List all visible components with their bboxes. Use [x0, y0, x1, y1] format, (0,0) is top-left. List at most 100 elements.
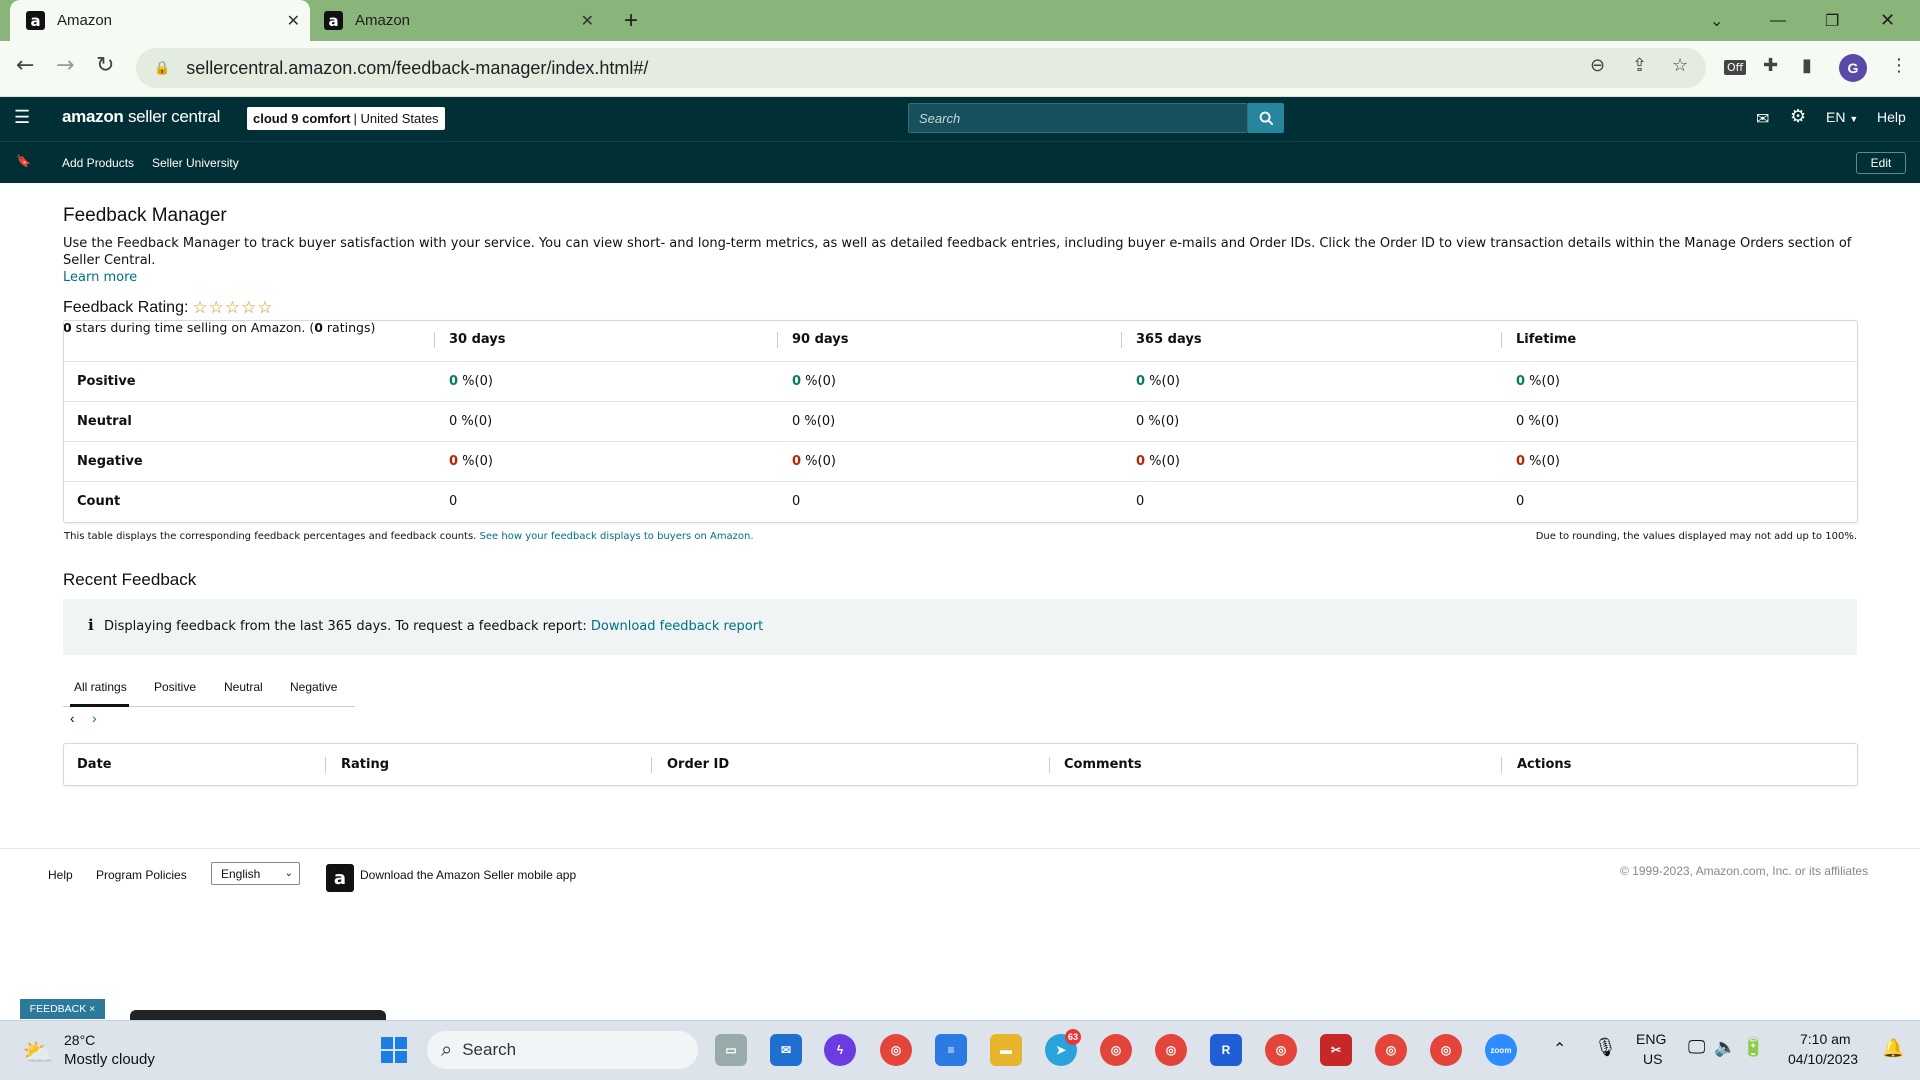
new-tab-button[interactable]: + [624, 0, 638, 41]
hamburger-menu-icon[interactable]: ☰ [14, 107, 30, 128]
feedback-tag-button[interactable]: FEEDBACK × [20, 999, 105, 1019]
zoom-icon[interactable]: ⊖ [1590, 55, 1605, 76]
show-hidden-icons-chevron-icon[interactable]: ⌃ [1553, 1039, 1566, 1059]
battery-icon[interactable]: 🔋 [1742, 1037, 1764, 1058]
clock-time[interactable]: 7:10 am [1800, 1031, 1851, 1047]
tab-neutral[interactable]: Neutral [224, 680, 263, 694]
footer-language-select[interactable]: English ⌄ [211, 862, 300, 885]
close-tab-icon[interactable]: ✕ [581, 11, 594, 31]
lang-indicator-bottom[interactable]: US [1643, 1051, 1662, 1067]
amazon-favicon-icon: a [324, 11, 343, 30]
chrome-profile-icon[interactable]: ◎ [1100, 1034, 1132, 1066]
back-arrow-icon[interactable]: ← [16, 53, 34, 78]
seller-central-logo[interactable]: amazon seller central [62, 107, 220, 127]
notifications-bell-icon[interactable]: 🔔 [1882, 1038, 1904, 1059]
col-header-lifetime: Lifetime [1516, 332, 1577, 347]
weather-cloud-icon[interactable]: ⛅ [22, 1037, 54, 1068]
windows-taskbar: ⛅ 28°C Mostly cloudy ⌕ Search ▭ ✉ ϟ ◎ ≡ … [0, 1020, 1920, 1080]
chrome-profile-2-icon[interactable]: ◎ [1375, 1034, 1407, 1066]
menu-kebab-icon[interactable]: ⋮ [1890, 55, 1908, 76]
mail-app-icon[interactable]: ✉ [770, 1034, 802, 1066]
profile-avatar[interactable]: G [1839, 54, 1867, 82]
page-title: Feedback Manager [63, 205, 227, 226]
settings-gear-icon[interactable]: ⚙ [1790, 106, 1806, 127]
url-field[interactable]: 🔒 sellercentral.amazon.com/feedback-mana… [136, 48, 1706, 88]
file-explorer-icon[interactable]: ▬ [990, 1034, 1022, 1066]
col-header-comments[interactable]: Comments [1064, 757, 1142, 772]
browser-tab-1[interactable]: a Amazon ✕ [10, 0, 310, 41]
feedback-metrics-table: 30 days 90 days 365 days Lifetime Positi… [63, 320, 1858, 523]
weather-desc[interactable]: Mostly cloudy [64, 1051, 155, 1068]
column-separator [325, 757, 326, 773]
metric-count: %(0) [1525, 454, 1560, 469]
side-panel-icon[interactable]: ▮ [1802, 55, 1812, 76]
close-window-icon[interactable]: ✕ [1880, 0, 1895, 41]
weather-temp[interactable]: 28°C [64, 1032, 95, 1048]
mail-icon[interactable]: ✉ [1756, 109, 1769, 129]
windows-start-icon[interactable] [378, 1034, 410, 1066]
taskbar-search-label: Search [462, 1040, 517, 1059]
snipping-tool-icon[interactable]: ✂ [1320, 1034, 1352, 1066]
forward-arrow-icon[interactable]: → [56, 53, 74, 78]
next-arrow-icon[interactable]: › [92, 710, 97, 726]
clock-date[interactable]: 04/10/2023 [1788, 1051, 1858, 1067]
tab-search-chevron-icon[interactable]: ⌄ [1710, 0, 1723, 41]
footer-program-policies-link[interactable]: Program Policies [96, 868, 187, 882]
messenger-icon[interactable]: ϟ [824, 1034, 856, 1066]
volume-icon[interactable]: 🔈 [1714, 1037, 1736, 1058]
col-header-date[interactable]: Date [77, 757, 112, 772]
metric-percent: 0 [449, 454, 459, 469]
bookmark-star-icon[interactable]: ☆ [1672, 55, 1688, 76]
tab-positive[interactable]: Positive [154, 680, 196, 694]
extension-off-icon[interactable]: Off [1724, 60, 1747, 75]
bookmark-icon[interactable]: 🔖 [16, 154, 31, 168]
col-header-rating[interactable]: Rating [341, 757, 389, 772]
info-text: Displaying feedback from the last 365 da… [104, 619, 587, 634]
task-view-icon[interactable]: ▭ [715, 1034, 747, 1066]
reload-icon[interactable]: ↻ [96, 53, 114, 78]
language-selector[interactable]: EN ▼ [1826, 109, 1858, 125]
edit-button[interactable]: Edit [1856, 152, 1906, 174]
chrome-icon[interactable]: ◎ [880, 1034, 912, 1066]
prev-arrow-icon[interactable]: ‹ [70, 710, 75, 726]
nav-seller-university[interactable]: Seller University [152, 156, 239, 170]
share-icon[interactable]: ⇪ [1632, 55, 1647, 76]
chrome-profile-g-icon[interactable]: ◎ [1155, 1034, 1187, 1066]
restore-icon[interactable]: ❐ [1825, 0, 1839, 41]
windows-logo-icon [381, 1037, 407, 1063]
browser-tab-2[interactable]: a Amazon ✕ [314, 0, 604, 41]
see-how-feedback-displays-link[interactable]: See how your feedback displays to buyers… [480, 531, 754, 542]
col-header-order-id[interactable]: Order ID [667, 757, 729, 772]
taskbar-search[interactable]: ⌕ Search [427, 1031, 698, 1069]
download-feedback-report-link[interactable]: Download feedback report [591, 619, 763, 634]
store-switcher[interactable]: cloud 9 comfort | United States [247, 107, 445, 130]
learn-more-link[interactable]: Learn more [63, 270, 137, 285]
help-link[interactable]: Help [1877, 109, 1906, 125]
extensions-puzzle-icon[interactable]: ✚ [1763, 55, 1778, 76]
tab-negative[interactable]: Negative [290, 680, 337, 694]
notepad-icon[interactable]: ≡ [935, 1034, 967, 1066]
footer-help-link[interactable]: Help [48, 868, 73, 882]
metric-count: %(0) [1524, 414, 1560, 429]
metric-count: %(0) [1145, 454, 1180, 469]
chrome-profile-a-icon[interactable]: ◎ [1430, 1034, 1462, 1066]
remote-app-icon[interactable]: R [1210, 1034, 1242, 1066]
microphone-icon[interactable]: 🎙 [1594, 1037, 1617, 1058]
info-icon: i [88, 616, 94, 634]
network-icon[interactable]: 🖵 [1688, 1037, 1705, 1058]
chrome-profile-v-icon[interactable]: ◎ [1265, 1034, 1297, 1066]
url-text: sellercentral.amazon.com/feedback-manage… [186, 57, 649, 78]
metric-cell-count: 0 [1136, 494, 1144, 509]
telegram-icon[interactable]: ➤ 63 [1045, 1029, 1081, 1066]
search-input[interactable]: Search [908, 103, 1248, 133]
recent-feedback-table: Date Rating Order ID Comments Actions [63, 743, 1858, 786]
download-app-link[interactable]: Download the Amazon Seller mobile app [360, 868, 576, 882]
search-button[interactable] [1248, 103, 1284, 133]
zoom-app-icon[interactable]: zoom [1485, 1034, 1517, 1066]
lang-indicator-top[interactable]: ENG [1636, 1031, 1666, 1047]
minimize-icon[interactable]: — [1770, 0, 1786, 41]
nav-add-products[interactable]: Add Products [62, 156, 134, 170]
tab-all-ratings[interactable]: All ratings [74, 680, 127, 694]
close-tab-icon[interactable]: ✕ [287, 11, 300, 31]
column-separator [434, 332, 435, 348]
